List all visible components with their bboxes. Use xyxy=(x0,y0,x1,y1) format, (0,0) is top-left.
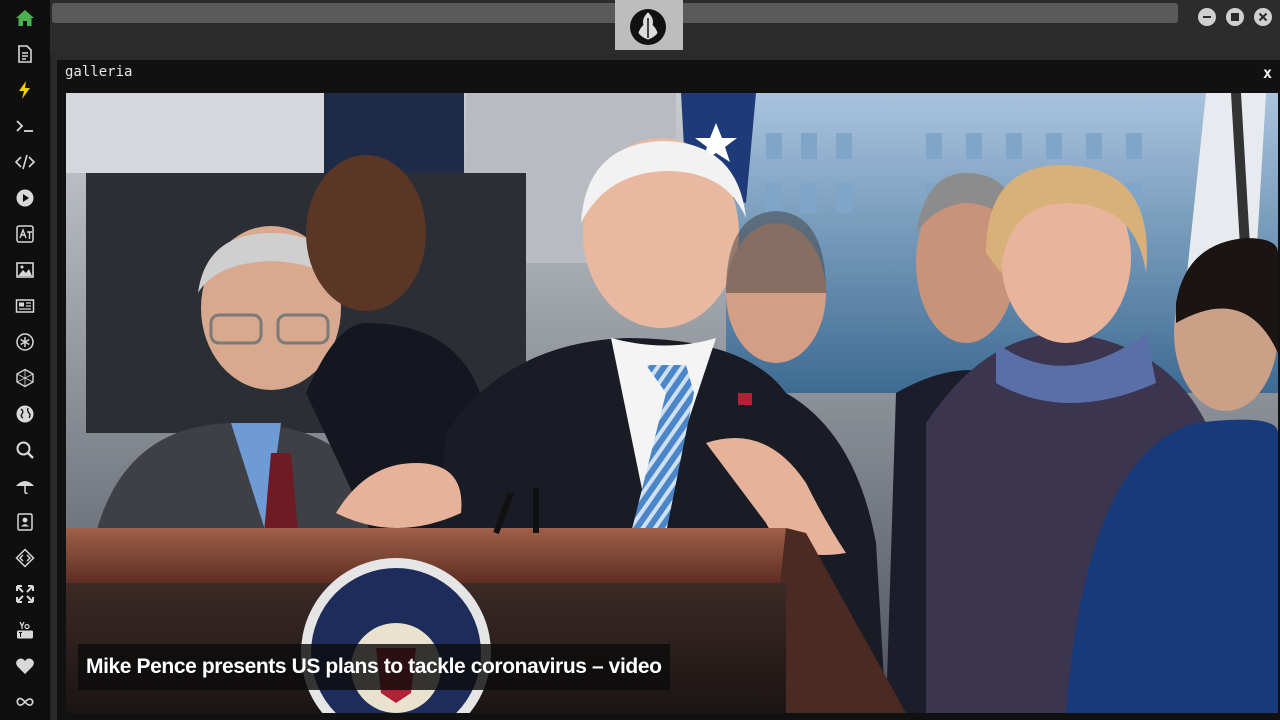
lightning-icon[interactable] xyxy=(13,78,37,102)
heart-icon[interactable] xyxy=(13,654,37,678)
infinity-icon[interactable] xyxy=(13,690,37,714)
document-icon[interactable] xyxy=(13,42,37,66)
contact-icon[interactable] xyxy=(13,510,37,534)
play-icon[interactable] xyxy=(13,186,37,210)
hexagon-icon[interactable] xyxy=(13,366,37,390)
code-icon[interactable] xyxy=(13,150,37,174)
newspaper-icon[interactable] xyxy=(13,294,37,318)
image-icon[interactable] xyxy=(13,258,37,282)
globe-icon[interactable] xyxy=(13,402,37,426)
window-title: galleria xyxy=(65,64,133,80)
window-close-button[interactable]: x xyxy=(1263,64,1272,82)
translate-icon[interactable] xyxy=(13,222,37,246)
search-icon[interactable] xyxy=(13,438,37,462)
photo-caption: Mike Pence presents US plans to tackle c… xyxy=(78,644,670,690)
terminal-icon[interactable] xyxy=(13,114,37,138)
sidebar xyxy=(0,0,51,720)
minimize-icon[interactable] xyxy=(1198,8,1216,26)
close-icon[interactable] xyxy=(1254,8,1272,26)
diamond-code-icon[interactable] xyxy=(13,546,37,570)
gallery-photo[interactable]: Mike Pence presents US plans to tackle c… xyxy=(66,93,1278,713)
gallery-window: galleria x Mike Pence presents US plans … xyxy=(57,60,1280,720)
youtube-icon[interactable] xyxy=(13,618,37,642)
asterisk-icon[interactable] xyxy=(13,330,37,354)
maximize-icon[interactable] xyxy=(1226,8,1244,26)
top-bar xyxy=(50,0,1280,54)
expand-icon[interactable] xyxy=(13,582,37,606)
logo-tab[interactable] xyxy=(615,0,683,50)
home-icon[interactable] xyxy=(13,6,37,30)
press-conference-image xyxy=(66,93,1278,713)
rebel-alliance-icon xyxy=(630,9,666,45)
umbrella-icon[interactable] xyxy=(13,474,37,498)
